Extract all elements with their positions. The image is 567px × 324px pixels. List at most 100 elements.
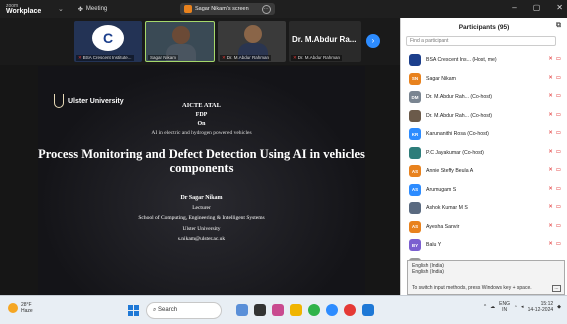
mic-muted-icon: ✕	[293, 55, 297, 60]
video-tile[interactable]: ✕Dr. M.Abdur Rahman	[218, 21, 286, 62]
participant-name: P.C Jayakumar (Co-host)	[426, 149, 484, 156]
participant-row[interactable]: BY Balu Y ✕ ▭	[401, 236, 567, 255]
minimize-button[interactable]: –	[512, 3, 516, 12]
video-tile[interactable]: Dr. M.Abdur Ra... ✕Dr. M.Abdur Rahman	[289, 21, 361, 62]
clock-date: 14-12-2024	[527, 307, 554, 313]
maximize-button[interactable]: ▢	[533, 3, 541, 12]
mic-muted-icon: ✕	[222, 55, 226, 60]
participant-status-icons: ✕▭	[548, 167, 561, 173]
video-off-icon: ▭	[555, 93, 561, 99]
slide-subtitle: AI in electric and hydrogen powered vehi…	[151, 130, 252, 136]
next-page-button[interactable]: ›	[366, 34, 380, 48]
title-bar: zoom Workplace ⌄ ✤ Meeting Sagar Nikam's…	[0, 0, 567, 18]
video-tile[interactable]: C ✕BSA Crescent Institute...	[74, 21, 142, 62]
participant-status-icons: ✕▭	[548, 241, 561, 247]
edge-icon[interactable]	[362, 304, 374, 316]
participant-name: BSA Crescent Ins... (Host, me)	[426, 57, 497, 64]
avatar: AS	[409, 183, 421, 196]
more-options-icon[interactable]: ⋯	[261, 4, 271, 14]
participant-row[interactable]: AS Annie Steffy Beula A ✕ ▭	[401, 162, 567, 181]
video-off-icon: ▭	[555, 167, 561, 173]
lang-line2: IN	[502, 307, 508, 313]
slide-role: Lecturer	[192, 205, 211, 211]
participants-header: Participants (95) ⧉	[401, 18, 567, 36]
participant-row[interactable]: Dr. M.Abdur Rah... (Co-host) ✕ ▭	[401, 107, 567, 126]
chevron-up-icon[interactable]: ^	[484, 304, 486, 310]
participant-row[interactable]: P.C Jayakumar (Co-host) ✕ ▭	[401, 144, 567, 163]
video-thumbnail-strip: C ✕BSA Crescent Institute... Sagar Nikam…	[0, 18, 400, 65]
zoom-icon[interactable]	[326, 304, 338, 316]
video-off-icon: ▭	[555, 148, 561, 155]
participant-face	[172, 26, 190, 44]
weather-icon	[8, 303, 18, 313]
participant-status-icons: ✕▭	[548, 204, 561, 210]
mic-muted-icon: ✕	[548, 204, 553, 210]
participants-panel: Participants (95) ⧉ Find a participant B…	[400, 18, 567, 295]
participant-status-icons: ✕▭	[548, 186, 561, 192]
mic-muted-icon: ✕	[548, 74, 553, 81]
mic-muted-icon: ✕	[548, 241, 553, 247]
slide-on: On	[197, 121, 206, 127]
weather-widget[interactable]: 28°F Haze	[8, 302, 33, 314]
participant-row[interactable]: DM Dr. M.Abdur Rah... (Co-host) ✕ ▭	[401, 88, 567, 107]
zoom-logo: zoom Workplace	[6, 3, 46, 15]
participant-name: Ayesha Sanvir	[426, 223, 460, 230]
wifi-icon[interactable]: ◔	[514, 304, 517, 310]
ime-hint: To switch input methods, press Windows k…	[412, 285, 532, 291]
taskbar-search[interactable]: ⌕ Search	[146, 302, 222, 319]
share-badge-icon	[184, 5, 192, 13]
participant-row[interactable]: Ashok Kumar M S ✕ ▭	[401, 199, 567, 218]
participant-row[interactable]: AS Ayesha Sanvir ✕ ▭	[401, 218, 567, 237]
task-view-icon[interactable]	[254, 304, 266, 316]
avatar: DM	[409, 91, 421, 104]
chevron-right-icon: ›	[371, 36, 375, 45]
chevron-down-icon[interactable]: ⌄	[58, 5, 64, 13]
mic-muted-icon: ✕	[548, 222, 553, 229]
ime-more-button[interactable]: ...	[552, 285, 561, 292]
participant-row[interactable]: BSA Crescent Ins... (Host, me) ✕ ▭	[401, 51, 567, 70]
video-tile-active-speaker[interactable]: Sagar Nikam	[145, 21, 215, 62]
language-indicator[interactable]: ENG IN	[499, 301, 510, 313]
participant-row[interactable]: SN Sagar Nikam ✕ ▭	[401, 70, 567, 89]
avatar: AS	[409, 220, 421, 233]
mic-muted-icon: ✕	[548, 167, 553, 173]
participant-status-icons: ✕▭	[548, 223, 561, 229]
avatar: AS	[409, 165, 421, 178]
tile-name: Dr. M.Abdur Rahman	[226, 55, 270, 60]
meeting-info-button[interactable]: ✤ Meeting	[78, 6, 107, 13]
participant-search-input[interactable]: Find a participant	[406, 36, 556, 46]
speaker-icon[interactable]: ◂	[521, 304, 524, 310]
widgets-icon[interactable]	[236, 304, 248, 316]
avatar	[409, 202, 421, 215]
video-off-icon: ▭	[555, 222, 561, 229]
participant-status-icons: ✕▭	[548, 93, 561, 99]
screen-share-indicator[interactable]: Sagar Nikam's screen ⋯	[180, 3, 275, 15]
close-button[interactable]: ✕	[556, 3, 563, 12]
video-off-icon: ▭	[555, 130, 561, 136]
participant-row[interactable]: KR Karunanithi Rosa (Co-host) ✕ ▭	[401, 125, 567, 144]
tile-name: Dr. M.Abdur Rahman	[297, 55, 341, 60]
whatsapp-icon[interactable]	[308, 304, 320, 316]
share-label: Sagar Nikam's screen	[195, 6, 249, 12]
file-explorer-icon[interactable]	[290, 304, 302, 316]
video-off-icon: ▭	[555, 185, 561, 192]
notifications-icon[interactable]: ◆	[557, 304, 561, 310]
chrome-icon[interactable]	[344, 304, 356, 316]
app-icon[interactable]	[272, 304, 284, 316]
participant-name: Karunanithi Rosa (Co-host)	[426, 131, 489, 138]
start-button[interactable]	[128, 305, 139, 316]
participant-name: Balu Y	[426, 242, 442, 249]
mic-muted-icon: ✕	[548, 93, 553, 99]
participant-name: Arumugam S	[426, 186, 457, 193]
avatar	[409, 146, 421, 159]
windows-taskbar: 28°F Haze ⌕ Search ^ ☁ ENG IN ◔ ◂ 15:12 …	[0, 295, 567, 324]
system-tray: ^ ☁ ENG IN ◔ ◂ 15:12 14-12-2024 ◆	[484, 301, 561, 313]
participant-row[interactable]: AS Arumugam S ✕ ▭	[401, 181, 567, 200]
video-off-icon: ▭	[555, 111, 561, 118]
onedrive-icon[interactable]: ☁	[490, 304, 495, 310]
mic-muted-icon: ✕	[548, 111, 553, 118]
pop-out-icon[interactable]: ⧉	[556, 22, 561, 30]
video-off-icon: ▭	[555, 56, 561, 62]
window-controls: – ▢ ✕	[512, 3, 563, 12]
clock[interactable]: 15:12 14-12-2024	[528, 301, 554, 313]
